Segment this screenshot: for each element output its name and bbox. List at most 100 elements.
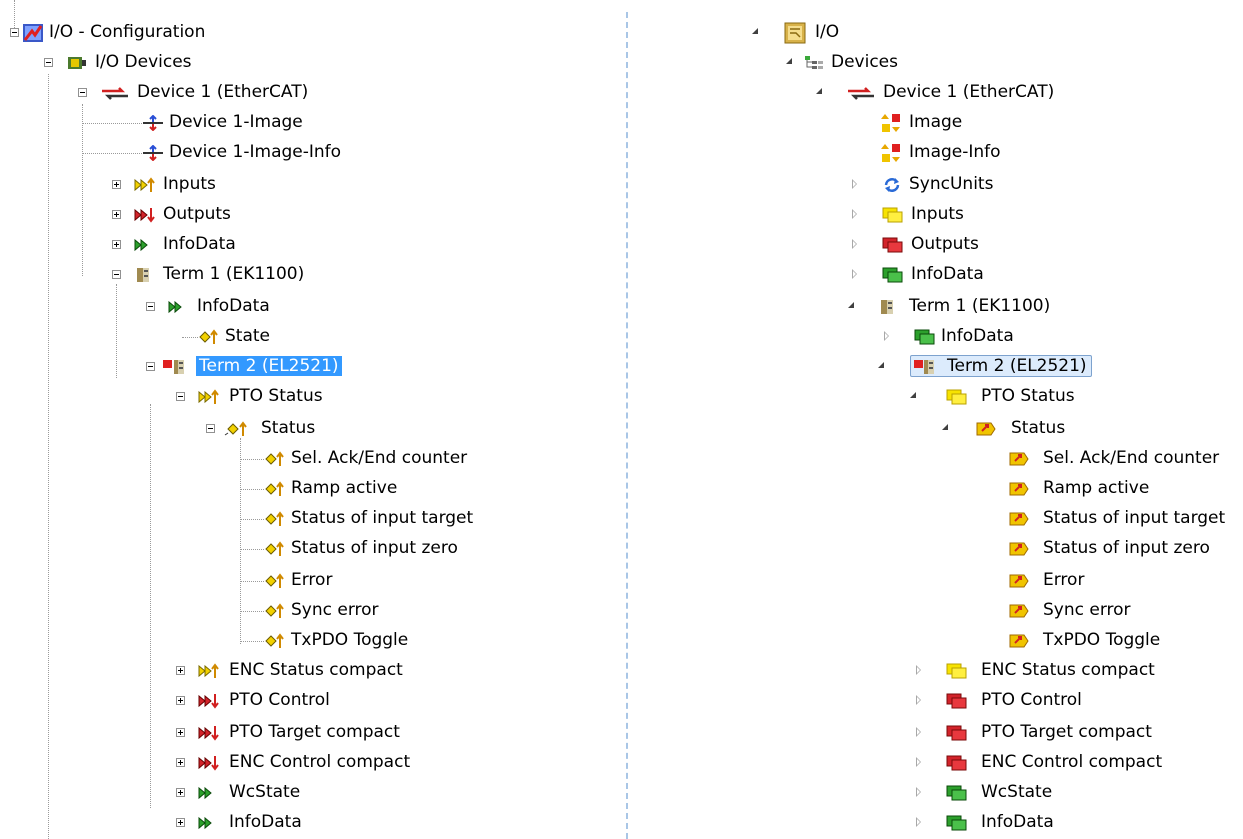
tree-item-term1-infodata[interactable]: InfoData [630, 322, 1030, 352]
collapse-toggle[interactable] [10, 28, 19, 37]
expand-toggle[interactable] [176, 728, 185, 737]
collapsed-arrow-icon[interactable] [916, 727, 921, 737]
expanded-arrow-icon[interactable] [942, 424, 948, 430]
tree-item-status[interactable]: Status [630, 414, 1130, 444]
io-devices-icon [68, 57, 86, 69]
tree-item-enc-control-compact[interactable]: ENC Control compact [630, 748, 1243, 778]
expand-toggle[interactable] [112, 210, 121, 219]
expand-toggle[interactable] [112, 180, 121, 189]
tree-item-enc-control-compact[interactable]: ENC Control compact [0, 748, 500, 778]
collapse-toggle[interactable] [112, 270, 121, 279]
tree-item-label: Status [1011, 418, 1066, 438]
tree-item-pto-control[interactable]: PTO Control [0, 686, 500, 716]
tree-item-term-2[interactable]: Term 2 (EL2521) [0, 352, 400, 382]
ethercat-device-icon [848, 87, 874, 100]
tree-item-status-child[interactable]: Status of input zero [630, 534, 1243, 564]
tree-item-label: ENC Status compact [981, 660, 1155, 680]
collapse-toggle[interactable] [44, 58, 53, 67]
expand-toggle[interactable] [176, 758, 185, 767]
expand-toggle[interactable] [176, 818, 185, 827]
expand-toggle[interactable] [176, 666, 185, 675]
tree-item-status-child[interactable]: Status of input target [0, 504, 500, 534]
tree-item-enc-status-compact[interactable]: ENC Status compact [630, 656, 1243, 686]
tree-item-term-1[interactable]: Term 1 (EK1100) [630, 292, 1050, 322]
tree-item-pto-target-compact[interactable]: PTO Target compact [0, 718, 500, 748]
collapse-toggle[interactable] [206, 424, 215, 433]
collapsed-arrow-icon[interactable] [852, 269, 857, 279]
collapse-toggle[interactable] [176, 392, 185, 401]
tree-item-infodata[interactable]: InfoData [0, 230, 400, 260]
collapsed-arrow-icon[interactable] [884, 331, 889, 341]
collapsed-arrow-icon[interactable] [916, 817, 921, 827]
collapsed-arrow-icon[interactable] [852, 239, 857, 249]
tree-item-status-child[interactable]: Sel. Ack/End counter [0, 444, 500, 474]
tree-item-status-child[interactable]: Error [0, 566, 500, 596]
collapse-toggle[interactable] [146, 302, 155, 311]
tree-item-term2-infodata[interactable]: InfoData [630, 808, 1243, 838]
tree-item-status-child[interactable]: TxPDO Toggle [0, 626, 500, 656]
expand-toggle[interactable] [176, 788, 185, 797]
tree-item-term1-infodata[interactable]: InfoData [0, 292, 400, 322]
collapse-toggle[interactable] [146, 362, 155, 371]
tree-item-status-child[interactable]: Error [630, 566, 1243, 596]
expanded-arrow-icon[interactable] [878, 362, 884, 368]
collapsed-arrow-icon[interactable] [916, 695, 921, 705]
tree-item-pto-control[interactable]: PTO Control [630, 686, 1243, 716]
tree-item-term-2[interactable]: Term 2 (EL2521) [630, 352, 1130, 382]
collapsed-arrow-icon[interactable] [916, 665, 921, 675]
expanded-arrow-icon[interactable] [910, 392, 916, 398]
tree-item-outputs[interactable]: Outputs [0, 200, 400, 230]
collapsed-arrow-icon[interactable] [916, 757, 921, 767]
tree-item-inputs[interactable]: Inputs [630, 200, 1030, 230]
tree-item-io-configuration[interactable]: I/O - Configuration [0, 18, 400, 48]
tree-item-status-child[interactable]: TxPDO Toggle [630, 626, 1243, 656]
tree-item-syncunits[interactable]: SyncUnits [630, 170, 1030, 200]
right-tree-pane[interactable]: I/O Devices Device 1 (EtherCAT) Image Im… [630, 0, 1243, 839]
expanded-arrow-icon[interactable] [786, 58, 792, 64]
tree-item-io[interactable]: I/O [630, 18, 930, 48]
tree-item-term-1[interactable]: Term 1 (EK1100) [0, 260, 400, 290]
tree-item-io-devices[interactable]: I/O Devices [0, 48, 400, 78]
tree-item-status-child[interactable]: Sync error [630, 596, 1243, 626]
collapsed-arrow-icon[interactable] [852, 209, 857, 219]
collapsed-arrow-icon[interactable] [852, 179, 857, 189]
collapsed-arrow-icon[interactable] [916, 787, 921, 797]
tree-item-state[interactable]: State [0, 322, 400, 352]
tree-item-device-image-info[interactable]: Device 1-Image-Info [0, 138, 400, 168]
tree-item-outputs[interactable]: Outputs [630, 230, 1030, 260]
tree-item-label: I/O Devices [95, 52, 192, 72]
expand-toggle[interactable] [176, 696, 185, 705]
input-variable-icon [1009, 542, 1029, 556]
tree-item-wcstate[interactable]: WcState [0, 778, 500, 808]
tree-item-enc-status-compact[interactable]: ENC Status compact [0, 656, 500, 686]
tree-item-infodata[interactable]: InfoData [630, 260, 1030, 290]
tree-item-image-info[interactable]: Image-Info [630, 138, 1030, 168]
tree-item-status-child[interactable]: Sync error [0, 596, 500, 626]
tree-item-pto-status[interactable]: PTO Status [0, 382, 400, 412]
tree-item-devices[interactable]: Devices [630, 48, 930, 78]
tree-item-image[interactable]: Image [630, 108, 1030, 138]
tree-item-status-child[interactable]: Status of input zero [0, 534, 500, 564]
tree-item-device-1[interactable]: Device 1 (EtherCAT) [630, 78, 1054, 108]
tree-item-status-child[interactable]: Ramp active [0, 474, 500, 504]
tree-item-status-child[interactable]: Ramp active [630, 474, 1243, 504]
tree-item-device-1[interactable]: Device 1 (EtherCAT) [0, 78, 400, 108]
input-variable-icon [265, 633, 284, 648]
output-variables-icon [134, 208, 155, 223]
output-folder-icon [882, 237, 903, 253]
tree-item-status-child[interactable]: Status of input target [630, 504, 1243, 534]
tree-item-inputs[interactable]: Inputs [0, 170, 400, 200]
tree-item-term2-infodata[interactable]: InfoData [0, 808, 500, 838]
expanded-arrow-icon[interactable] [816, 88, 822, 94]
tree-item-pto-status[interactable]: PTO Status [630, 382, 1130, 412]
tree-item-status-child[interactable]: Sel. Ack/End counter [630, 444, 1243, 474]
tree-item-pto-target-compact[interactable]: PTO Target compact [630, 718, 1243, 748]
left-tree-pane[interactable]: I/O - Configuration I/O Devices Device 1… [0, 0, 620, 839]
expanded-arrow-icon[interactable] [752, 28, 758, 34]
expand-toggle[interactable] [112, 240, 121, 249]
tree-item-status[interactable]: Status [0, 414, 400, 444]
expanded-arrow-icon[interactable] [848, 302, 854, 308]
tree-item-device-image[interactable]: Device 1-Image [0, 108, 400, 138]
tree-item-wcstate[interactable]: WcState [630, 778, 1243, 808]
collapse-toggle[interactable] [78, 88, 87, 97]
